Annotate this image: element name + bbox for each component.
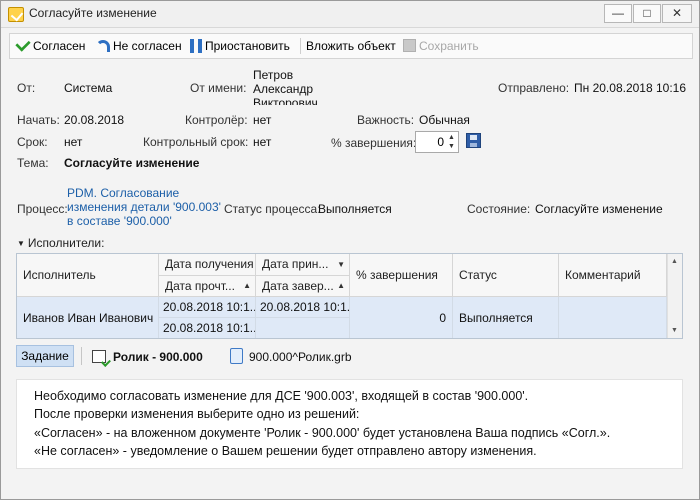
sort-asc-icon: ▲ (337, 281, 345, 290)
pause-button[interactable]: Приостановить (190, 37, 290, 55)
message-line: Необходимо согласовать изменение для ДСЕ… (34, 389, 529, 403)
sort-desc-icon: ▼ (337, 260, 345, 269)
task-description: Необходимо согласовать изменение для ДСЕ… (16, 379, 683, 469)
attach-label: Вложить объект (306, 39, 396, 53)
header-comment[interactable]: Комментарий (559, 254, 667, 297)
close-button[interactable]: ✕ (662, 4, 692, 23)
checkmark-icon (15, 36, 31, 52)
deadline-value: нет (64, 135, 83, 149)
cell-executor: Иванов Иван Иванович (17, 297, 159, 338)
process-status-value: Выполняется (318, 202, 392, 216)
header-executor[interactable]: Исполнитель (17, 254, 159, 297)
executors-table: Исполнитель Дата получения Дата прочт...… (16, 253, 683, 339)
process-status-label: Статус процесса: (224, 202, 321, 216)
controller-value: нет (253, 113, 272, 127)
header-status[interactable]: Статус (453, 254, 559, 297)
completion-label: % завершения: (331, 136, 417, 150)
header-read[interactable]: Дата прочт... ▲ (159, 276, 256, 297)
task-check-icon (8, 7, 24, 22)
file-icon (230, 348, 243, 364)
cell-comment (559, 297, 667, 338)
subject-value: Согласуйте изменение (64, 156, 200, 170)
cell-accepted: 20.08.2018 10:1... (256, 297, 350, 318)
state-label: Состояние: (467, 202, 531, 216)
save-button[interactable]: Сохранить (403, 37, 479, 55)
process-label: Процесс: (17, 202, 68, 216)
on-behalf-label: От имени: (190, 81, 247, 95)
sent-label: Отправлено: (498, 81, 570, 95)
attach-object-button[interactable]: Вложить объект (306, 37, 396, 55)
scroll-down-icon[interactable]: ▼ (671, 327, 678, 334)
window-title: Согласуйте изменение (29, 6, 157, 20)
attached-document-link[interactable]: Ролик - 900.000 (113, 350, 203, 364)
tab-task[interactable]: Задание (16, 345, 74, 367)
executors-group-toggle[interactable]: ▼ Исполнители: (17, 236, 104, 250)
document-approved-icon (92, 350, 106, 363)
task-window: Согласуйте изменение — □ ✕ Согласен Не с… (0, 0, 700, 500)
maximize-button[interactable]: □ (633, 4, 661, 23)
cell-received: 20.08.2018 10:1... (159, 297, 256, 318)
deadline-label: Срок: (17, 135, 48, 149)
importance-label: Важность: (357, 113, 415, 127)
stepper-up-icon[interactable]: ▲ (447, 133, 456, 142)
toolbar-separator (300, 38, 301, 54)
disagree-button[interactable]: Не согласен (96, 37, 182, 55)
save-completion-icon[interactable] (466, 133, 481, 148)
sent-value: Пн 20.08.2018 10:16 (574, 81, 687, 95)
agree-label: Согласен (33, 39, 86, 53)
from-label: От: (17, 81, 36, 95)
executors-group-label: Исполнители: (27, 236, 105, 250)
toolbar: Согласен Не согласен Приостановить Вложи… (9, 33, 693, 59)
completion-value: 0 (437, 135, 444, 149)
undo-icon (96, 39, 110, 52)
sort-asc-icon: ▲ (243, 281, 251, 290)
subject-label: Тема: (17, 156, 49, 170)
collapse-arrow-icon: ▼ (17, 239, 25, 248)
control-deadline-label: Контрольный срок: (143, 135, 249, 149)
cell-status: Выполняется (453, 297, 559, 338)
disagree-label: Не согласен (113, 39, 182, 53)
save-label: Сохранить (419, 39, 479, 53)
header-completed-label: Дата завер... (262, 279, 334, 293)
from-value: Система (64, 81, 113, 95)
title-bar: Согласуйте изменение — □ ✕ (1, 1, 699, 28)
attached-file-link[interactable]: 900.000^Ролик.grb (249, 350, 352, 364)
completion-stepper[interactable]: 0 ▲ ▼ (415, 131, 459, 153)
save-icon (403, 39, 416, 53)
message-line: «Согласен» - на вложенном документе 'Рол… (34, 426, 611, 440)
header-read-label: Дата прочт... (165, 279, 235, 293)
header-completed[interactable]: Дата завер... ▲ (256, 276, 350, 297)
state-value: Согласуйте изменение (535, 202, 663, 216)
start-label: Начать: (17, 113, 60, 127)
header-percent[interactable]: % завершения (350, 254, 453, 297)
cell-read: 20.08.2018 10:1... (159, 318, 256, 338)
agree-button[interactable]: Согласен (15, 36, 86, 55)
start-value: 20.08.2018 (64, 113, 125, 127)
message-line: После проверки изменения выберите одно и… (34, 407, 360, 421)
header-accepted[interactable]: Дата прин... ▼ (256, 254, 350, 276)
pause-label: Приостановить (205, 39, 290, 53)
tab-divider (81, 347, 82, 365)
scroll-up-icon[interactable]: ▲ (671, 258, 678, 265)
header-received[interactable]: Дата получения (159, 254, 256, 276)
minimize-button[interactable]: — (604, 4, 632, 23)
process-link[interactable]: PDM. Согласование изменения детали '900.… (67, 186, 222, 228)
controller-label: Контролёр: (185, 113, 248, 127)
header-accepted-label: Дата прин... (262, 257, 329, 271)
on-behalf-value: Петров Александр Викторович (253, 68, 318, 105)
control-deadline-value: нет (253, 135, 272, 149)
cell-completed (256, 318, 350, 338)
message-line: «Не согласен» - уведомление о Вашем реше… (34, 444, 537, 458)
table-scrollbar[interactable]: ▲ ▼ (667, 254, 682, 338)
pause-icon (190, 38, 202, 53)
cell-percent: 0 (350, 297, 453, 338)
stepper-down-icon[interactable]: ▼ (447, 142, 456, 151)
importance-value: Обычная (419, 113, 470, 127)
